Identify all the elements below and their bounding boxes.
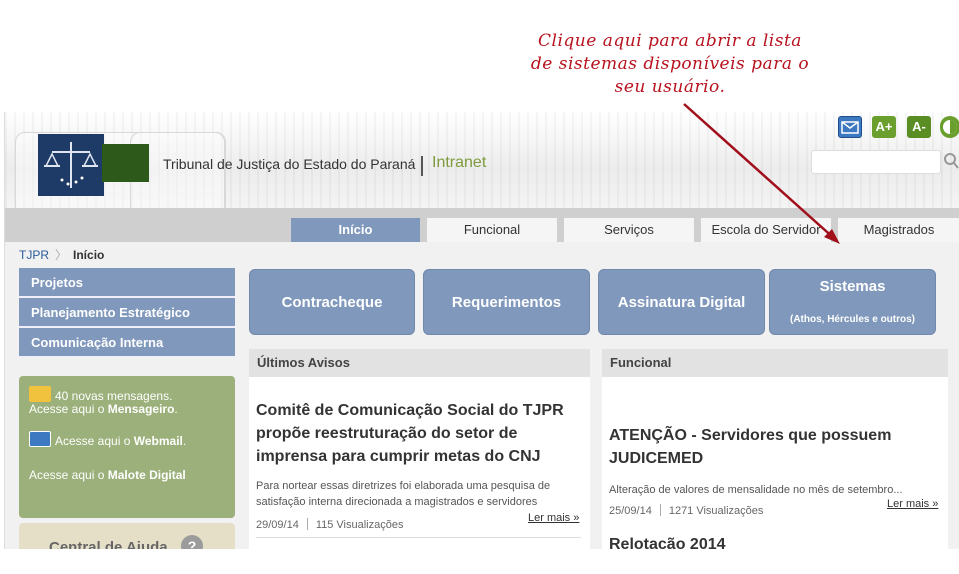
tab-escola-do-servidor[interactable]: Escola do Servidor <box>701 218 831 242</box>
news-date: 25/09/14 <box>609 505 652 517</box>
avisos-column: Últimos Avisos Comitê de Comunicação Soc… <box>249 349 590 549</box>
avisos-news-desc: Para nortear essas diretrizes foi elabor… <box>256 478 550 510</box>
help-icon: ? <box>181 535 203 549</box>
relotacao-news-title[interactable]: Relotação 2014 <box>609 533 726 549</box>
button-label: Contracheque <box>281 294 383 311</box>
title-line: ATENÇÃO - Servidores que possuem <box>609 427 892 444</box>
malote-link[interactable]: Acesse aqui o Malote Digital <box>29 468 186 483</box>
chevron-right-icon: 〉 <box>55 248 68 262</box>
annotation-text: Clique aqui para abrir a lista de sistem… <box>500 30 840 99</box>
contracheque-button[interactable]: Contracheque <box>249 269 415 335</box>
desc-line: Para nortear essas diretrizes foi elabor… <box>256 480 551 492</box>
avisos-news-meta: 29/09/14 115 Visualizações <box>256 518 403 531</box>
annotation-line: seu usuário. <box>614 77 726 97</box>
header: Tribunal de Justiça do Estado do Paraná … <box>5 112 959 216</box>
mensageiro-label: Mensageiro <box>107 402 175 416</box>
intranet-page: Tribunal de Justiça do Estado do Paraná … <box>4 112 959 549</box>
sistemas-button[interactable]: Sistemas (Athos, Hércules e outros) <box>769 269 936 335</box>
funcional-column: Funcional ATENÇÃO - Servidores que possu… <box>602 349 948 549</box>
news-divider <box>256 537 581 538</box>
breadcrumb: TJPR 〉 Início <box>19 246 104 263</box>
title-line: Comitê de Comunicação Social do TJPR <box>256 402 564 419</box>
funcional-heading: Funcional <box>602 349 948 377</box>
access-prefix: Acesse aqui o <box>29 468 105 482</box>
tab-inicio[interactable]: Início <box>291 218 420 242</box>
tjpr-logo-icon[interactable] <box>38 134 104 196</box>
funcional-news-title[interactable]: ATENÇÃO - Servidores que possuem JUDICEM… <box>609 424 891 470</box>
decrease-font-button[interactable]: A- <box>907 116 931 138</box>
funcional-news-desc: Alteração de valores de mensalidade no m… <box>609 484 903 496</box>
access-prefix: Acesse aqui o <box>29 402 105 416</box>
avisos-heading: Últimos Avisos <box>249 349 590 377</box>
breadcrumb-current: Início <box>73 248 105 262</box>
tab-magistrados[interactable]: Magistrados <box>838 218 959 242</box>
webmail-link[interactable]: Acesse aqui o Webmail. <box>29 431 186 449</box>
sidebar-item-comunicacao[interactable]: Comunicação Interna <box>19 328 235 357</box>
button-label: Assinatura Digital <box>617 294 746 311</box>
desc-line: satisfação interna direcionada a magistr… <box>256 496 538 508</box>
breadcrumb-home[interactable]: TJPR <box>19 248 49 262</box>
title-line: imprensa para cumprir metas do CNJ <box>256 448 541 465</box>
funcional-ler-mais-link[interactable]: Ler mais » <box>887 498 938 510</box>
help-panel[interactable]: Central de Ajuda ? <box>19 523 235 549</box>
title-separator <box>421 156 423 176</box>
button-label: Requerimentos <box>451 294 562 311</box>
webmail-icon <box>29 431 51 447</box>
help-title: Central de Ajuda <box>49 539 168 549</box>
new-messages-count: 40 novas mensagens. <box>55 389 173 403</box>
increase-font-button[interactable]: A+ <box>872 116 896 138</box>
title-line: JUDICEMED <box>609 450 704 467</box>
sidebar-item-projetos[interactable]: Projetos <box>19 268 235 297</box>
malote-label: Malote Digital <box>107 468 186 482</box>
webmail-label: Webmail <box>133 434 183 448</box>
button-sublabel: (Athos, Hércules e outros) <box>789 314 916 325</box>
intranet-label: Intranet <box>432 154 487 171</box>
news-date: 29/09/14 <box>256 519 299 531</box>
sidebar-item-planejamento[interactable]: Planejamento Estratégico <box>19 298 235 327</box>
news-views: 115 Visualizações <box>315 519 404 531</box>
tab-funcional[interactable]: Funcional <box>427 218 557 242</box>
requerimentos-button[interactable]: Requerimentos <box>423 269 590 335</box>
annotation-line: Clique aqui para abrir a lista <box>538 31 802 51</box>
messages-panel: 40 novas mensagens. Acesse aqui o Mensag… <box>19 376 235 518</box>
meta-separator <box>306 518 308 530</box>
button-label: Sistemas <box>819 278 886 295</box>
site-title[interactable]: Tribunal de Justiça do Estado do Paraná <box>163 156 415 172</box>
search-input[interactable] <box>811 150 941 174</box>
news-views: 1271 Visualizações <box>668 505 764 517</box>
funcional-news-meta: 25/09/14 1271 Visualizações <box>609 504 763 517</box>
tab-servicos[interactable]: Serviços <box>564 218 694 242</box>
assinatura-digital-button[interactable]: Assinatura Digital <box>598 269 765 335</box>
contrast-icon[interactable] <box>940 116 959 138</box>
access-prefix: Acesse aqui o <box>55 434 131 448</box>
logo-green-block <box>102 144 149 182</box>
search-icon[interactable] <box>943 152 959 175</box>
annotation-line: de sistemas disponíveis para o <box>530 54 810 74</box>
avisos-ler-mais-link[interactable]: Ler mais » <box>528 512 579 524</box>
title-line: propõe reestruturação do setor de <box>256 425 518 442</box>
meta-separator <box>659 504 661 516</box>
avisos-news-title[interactable]: Comitê de Comunicação Social do TJPR pro… <box>256 399 564 468</box>
mail-icon[interactable] <box>838 116 862 138</box>
mensageiro-link[interactable]: Acesse aqui o Mensageiro. <box>29 402 178 417</box>
envelope-icon <box>29 386 51 402</box>
